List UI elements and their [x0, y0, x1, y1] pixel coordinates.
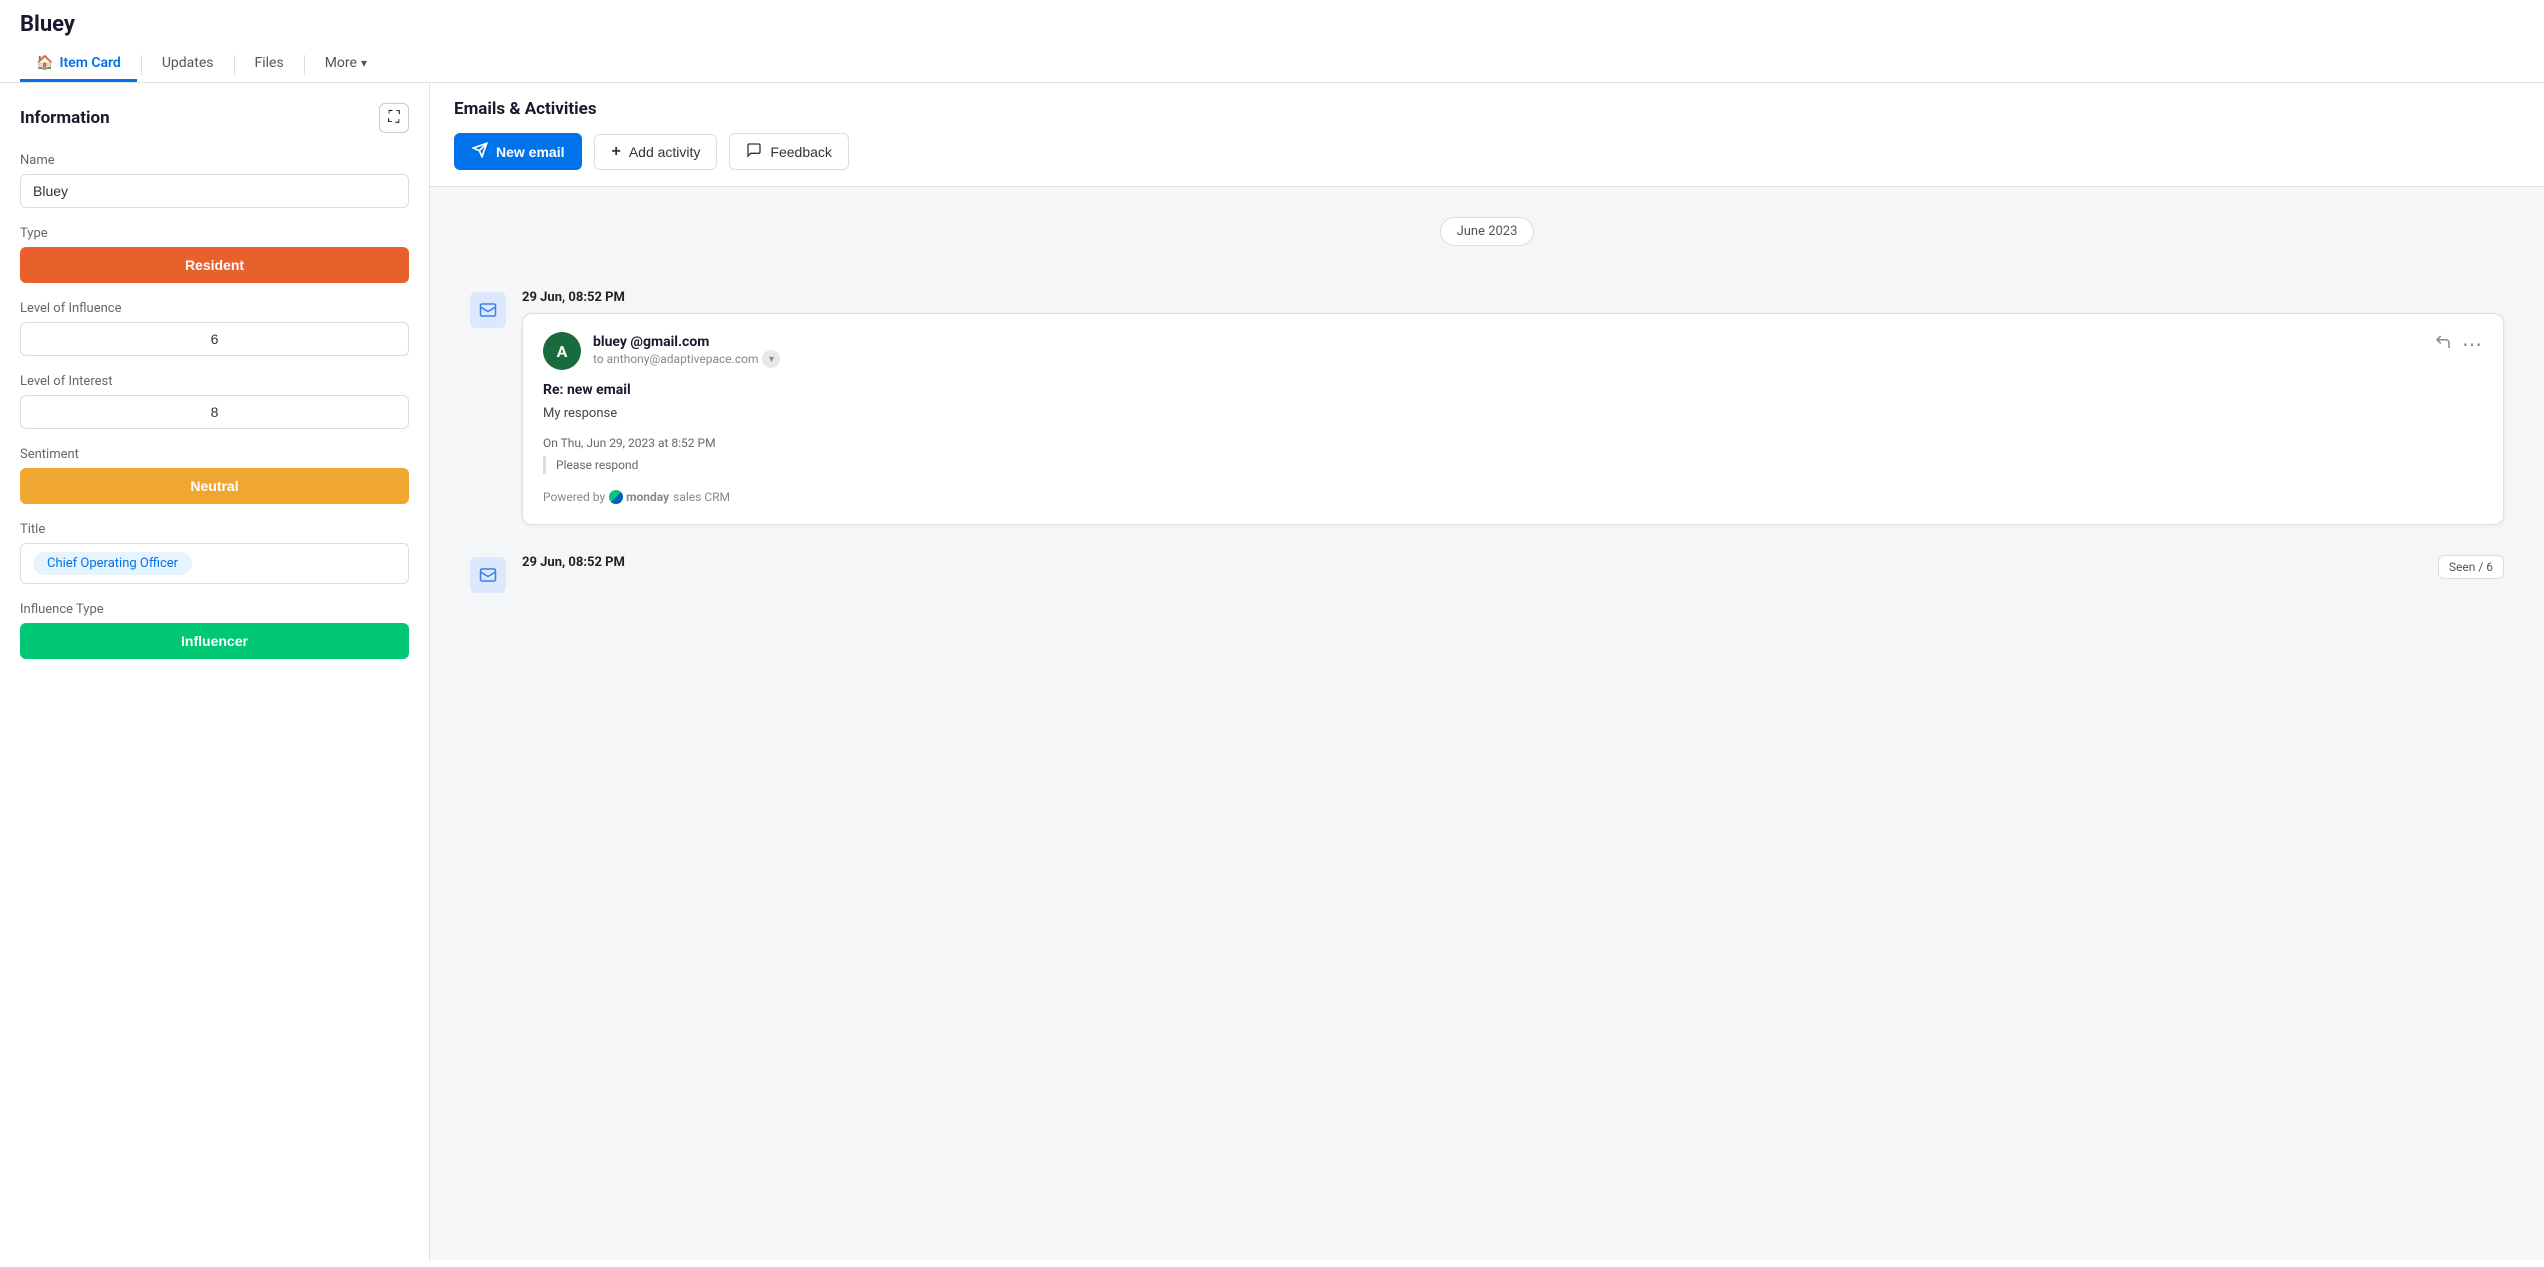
tab-divider-2 [234, 55, 235, 75]
tab-files[interactable]: Files [239, 47, 300, 82]
avatar-1: A [543, 332, 581, 370]
name-label: Name [20, 153, 409, 168]
date-pill-wrapper: June 2023 [470, 217, 2504, 270]
email-content-2: 29 Jun, 08:52 PM Seen / 6 [522, 555, 2504, 579]
section-title: Information [20, 108, 110, 128]
type-field-group: Type Resident [20, 226, 409, 283]
email-header-1: A bluey @gmail.com to anthony@adaptivepa… [543, 332, 2483, 370]
monday-dot-icon [609, 490, 623, 504]
section-header: Information ⛶ [20, 103, 409, 133]
sentiment-button[interactable]: Neutral [20, 468, 409, 504]
tab-divider-1 [141, 55, 142, 75]
add-activity-button[interactable]: + Add activity [594, 134, 717, 170]
type-button[interactable]: Resident [20, 247, 409, 283]
type-label: Type [20, 226, 409, 241]
influence-type-button[interactable]: Influencer [20, 623, 409, 659]
main-layout: Information ⛶ Name Type Resident Level o… [0, 83, 2544, 1260]
email-time-1: 29 Jun, 08:52 PM [522, 290, 2504, 305]
tab-more[interactable]: More ▾ [309, 47, 383, 82]
date-pill: June 2023 [1440, 217, 1535, 246]
interest-input[interactable] [20, 395, 409, 429]
influence-field-group: Level of Influence [20, 301, 409, 356]
name-field-group: Name [20, 153, 409, 208]
interest-label: Level of Interest [20, 374, 409, 389]
feedback-icon [746, 142, 762, 161]
title-input[interactable]: Chief Operating Officer [20, 543, 409, 584]
feedback-button[interactable]: Feedback [729, 133, 848, 170]
right-header: Emails & Activities New email + Add acti… [430, 83, 2544, 187]
email-quote-bar-1: Please respond [543, 456, 2483, 474]
home-icon: 🏠 [36, 55, 53, 71]
tab-item-card[interactable]: 🏠 Item Card [20, 47, 137, 82]
right-panel: Emails & Activities New email + Add acti… [430, 83, 2544, 1260]
influence-input[interactable] [20, 322, 409, 356]
tab-bar: 🏠 Item Card Updates Files More ▾ [20, 47, 2524, 82]
influence-label: Level of Influence [20, 301, 409, 316]
monday-logo: monday [609, 488, 669, 506]
email-body-1: My response On Thu, Jun 29, 2023 at 8:52… [543, 404, 2483, 506]
more-options-icon[interactable]: ⋯ [2462, 332, 2483, 356]
email-card-1: A bluey @gmail.com to anthony@adaptivepa… [522, 313, 2504, 525]
sender-row-1: A bluey @gmail.com to anthony@adaptivepa… [543, 332, 780, 370]
email-time-2: 29 Jun, 08:52 PM [522, 555, 625, 570]
interest-field-group: Level of Interest [20, 374, 409, 429]
plus-icon: + [611, 143, 620, 161]
sender-info-1: bluey @gmail.com to anthony@adaptivepace… [593, 334, 780, 368]
email-icon-1 [470, 292, 506, 328]
timeline-item-1: 29 Jun, 08:52 PM A bluey @gmail.com [470, 290, 2504, 525]
title-label: Title [20, 522, 409, 537]
email-quote-1: On Thu, Jun 29, 2023 at 8:52 PM Please r… [543, 434, 2483, 474]
emails-activities-title: Emails & Activities [454, 99, 2520, 119]
reply-icon[interactable] [2434, 333, 2452, 355]
title-field-group: Title Chief Operating Officer [20, 522, 409, 584]
recipient-dropdown-icon[interactable]: ▾ [762, 350, 780, 368]
sentiment-field-group: Sentiment Neutral [20, 447, 409, 504]
email-icon-2 [470, 557, 506, 593]
sentiment-label: Sentiment [20, 447, 409, 462]
seen-badge: Seen / 6 [2438, 555, 2504, 579]
name-input[interactable] [20, 174, 409, 208]
app-title: Bluey [20, 12, 2524, 37]
powered-by-1: Powered by monday sales CRM [543, 488, 2483, 506]
tab-updates[interactable]: Updates [146, 47, 230, 82]
email-content-1: 29 Jun, 08:52 PM A bluey @gmail.com [522, 290, 2504, 525]
email-timeline-icon-1 [470, 290, 506, 328]
email-time-row-2: 29 Jun, 08:52 PM Seen / 6 [522, 555, 2504, 579]
email-actions-1: ⋯ [2434, 332, 2483, 356]
expand-icon: ⛶ [388, 109, 399, 127]
left-panel: Information ⛶ Name Type Resident Level o… [0, 83, 430, 1260]
recipient-row-1: to anthony@adaptivepace.com ▾ [593, 350, 780, 368]
email-subject-1: Re: new email [543, 382, 2483, 398]
timeline-item-2: 29 Jun, 08:52 PM Seen / 6 [470, 555, 2504, 593]
timeline-area: June 2023 29 Jun, 08:52 PM [430, 187, 2544, 653]
action-buttons: New email + Add activity Feedback [454, 133, 2520, 170]
title-badge: Chief Operating Officer [33, 552, 192, 575]
sender-email-1: bluey @gmail.com [593, 334, 780, 350]
expand-button[interactable]: ⛶ [379, 103, 409, 133]
chevron-down-icon: ▾ [361, 56, 367, 70]
influence-type-label: Influence Type [20, 602, 409, 617]
tab-divider-3 [304, 55, 305, 75]
send-icon [472, 142, 488, 161]
influence-type-field-group: Influence Type Influencer [20, 602, 409, 659]
top-bar: Bluey 🏠 Item Card Updates Files More ▾ [0, 0, 2544, 83]
new-email-button[interactable]: New email [454, 133, 582, 170]
